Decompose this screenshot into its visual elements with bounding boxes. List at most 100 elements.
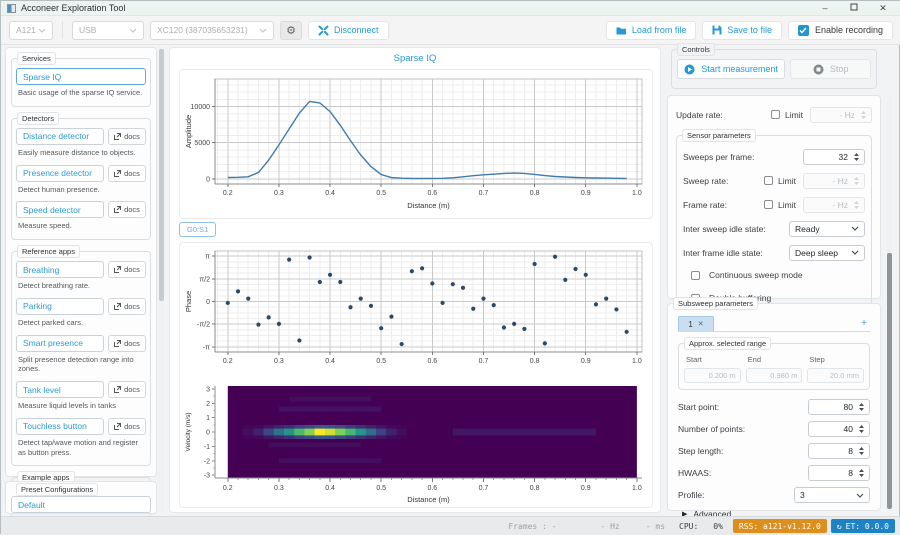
frame-rate-limit-checkbox[interactable]: [764, 200, 774, 209]
inter-sweep-idle-select[interactable]: Ready: [789, 220, 865, 237]
sidebar-item-speed-detector[interactable]: Speed detector: [16, 201, 104, 219]
svg-text:0.9: 0.9: [581, 190, 591, 197]
tank-level-docs-button[interactable]: docs: [108, 381, 146, 398]
svg-text:0: 0: [206, 430, 210, 437]
continuous-sweep-checkbox[interactable]: [691, 270, 700, 280]
start-measurement-button[interactable]: Start measurement: [677, 59, 786, 79]
generation-select[interactable]: A121: [9, 20, 53, 40]
external-link-icon: [114, 132, 122, 140]
step-length-input[interactable]: 8: [808, 443, 870, 459]
et-version-label: ET: 0.0.0: [845, 521, 889, 531]
inter-frame-idle-select[interactable]: Deep sleep: [789, 244, 865, 261]
close-tab-icon[interactable]: ✕: [698, 320, 704, 328]
svg-text:10000: 10000: [191, 104, 211, 111]
sidebar-item-presence-detector[interactable]: Presence detector: [16, 164, 104, 182]
settings-scrollbar[interactable]: [887, 95, 892, 511]
subsweep-tag-button[interactable]: G0:S1: [179, 222, 217, 237]
external-link-icon: [114, 422, 122, 430]
sweep-rate-label: Sweep rate:: [683, 175, 729, 186]
number-of-points-input[interactable]: 40: [808, 421, 870, 437]
update-rate-limit-checkbox[interactable]: [771, 110, 781, 119]
chevron-down-icon: [856, 493, 864, 498]
settings-button[interactable]: ⚙: [280, 20, 302, 40]
smart-presence-docs-button[interactable]: docs: [108, 334, 146, 352]
continuous-sweep-row: Continuous sweep mode: [691, 268, 865, 282]
distance-detector-description: Easily measure distance to objects.: [18, 147, 136, 157]
profile-label: Profile:: [678, 490, 705, 500]
minimize-button[interactable]: –: [819, 3, 831, 13]
gear-icon: ⚙: [286, 24, 296, 37]
speed-detector-docs-button[interactable]: docs: [108, 201, 146, 219]
presence-detector-docs-button[interactable]: docs: [108, 164, 146, 182]
frame-time-indicator: - ms: [645, 521, 666, 531]
save-to-file-button[interactable]: Save to file: [702, 20, 782, 40]
et-version-badge[interactable]: ↻ ET: 0.0.0: [830, 519, 895, 533]
sidebar-item-tank-level[interactable]: Tank level: [16, 381, 104, 398]
session-parameters-card: Update rate: Limit - Hz Sensor parameter…: [667, 95, 881, 316]
sidebar-item-smart-presence[interactable]: Smart presence: [16, 334, 104, 352]
sweep-rate-limit-checkbox[interactable]: [764, 176, 774, 185]
svg-text:0: 0: [206, 299, 210, 306]
sidebar-item-breathing[interactable]: Breathing: [16, 261, 104, 278]
start-point-label: Start point:: [678, 402, 720, 412]
sidebar-item-sparse-iq[interactable]: Sparse IQ: [16, 68, 146, 85]
chevron-down-icon: [38, 28, 46, 33]
svg-text:Distance (m): Distance (m): [407, 495, 450, 504]
sidebar-scrollbar-thumb[interactable]: [159, 49, 164, 301]
preset-configurations-card: Preset Configurations Default: [5, 481, 157, 514]
speed-detector-description: Measure speed.: [18, 221, 72, 231]
amplitude-plot[interactable]: 0.2 0.3 0.4 0.5 0.6 0.7 0.8 0.9 1.0 0 5000 10000 Dis…: [182, 72, 650, 216]
profile-select[interactable]: 3: [794, 487, 870, 503]
profile-value: 3: [800, 490, 805, 500]
update-rate-input[interactable]: - Hz: [810, 106, 872, 123]
phase-plot[interactable]: 0.2 0.3 0.4 0.5 0.6 0.7 0.8 0.9 1.0 π π/2 0 -π/2 -π Ph…: [182, 245, 650, 377]
sidebar-item-parking[interactable]: Parking: [16, 297, 104, 315]
hwaas-label: HWAAS:: [678, 468, 712, 478]
svg-text:0: 0: [206, 176, 210, 183]
touchless-button-docs-button[interactable]: docs: [108, 417, 146, 435]
subsweep-tab-1[interactable]: 1 ✕: [678, 316, 714, 331]
range-end-value: 0.980 m: [745, 368, 803, 383]
start-point-input[interactable]: 80: [808, 399, 870, 415]
hwaas-input[interactable]: 8: [808, 465, 870, 481]
velocity-heatmap[interactable]: 0.2 0.3 0.4 0.5 0.6 0.7 0.8 0.9 1.0 3 2 1 0 -1 -2 -3 Dis…: [182, 382, 650, 508]
inter-frame-idle-label: Inter frame idle state:: [683, 247, 763, 258]
breathing-docs-button[interactable]: docs: [108, 261, 146, 278]
maximize-button[interactable]: [848, 3, 860, 13]
services-group: Services Sparse IQ Basic usage of the sp…: [11, 52, 151, 107]
preset-default-button[interactable]: Default: [11, 496, 151, 513]
sidebar-item-distance-detector[interactable]: Distance detector: [16, 127, 104, 145]
disconnect-button[interactable]: Disconnect: [308, 20, 389, 40]
device-select[interactable]: XC120 (387035653231): [150, 20, 274, 40]
enable-recording-toggle[interactable]: Enable recording: [787, 20, 893, 40]
inter-sweep-idle-label: Inter sweep idle state:: [683, 223, 766, 234]
phase-heatmap-plot-card: 0.2 0.3 0.4 0.5 0.6 0.7 0.8 0.9 1.0 π π/2 0 -π/2 -π Ph…: [179, 242, 653, 508]
smart-presence-description: Split presence detection range into zone…: [18, 354, 134, 374]
save-icon: [712, 25, 722, 35]
distance-detector-docs-button[interactable]: docs: [108, 127, 146, 145]
presence-detector-description: Detect human presence.: [18, 184, 100, 194]
svg-text:0.8: 0.8: [530, 485, 540, 492]
close-button[interactable]: ✕: [877, 3, 889, 14]
settings-scrollbar-thumb[interactable]: [887, 253, 892, 509]
spinner-arrows-icon: [859, 425, 864, 433]
parking-docs-button[interactable]: docs: [108, 297, 146, 315]
frame-rate-input[interactable]: - Hz: [803, 196, 865, 213]
spinner-arrows-icon: [854, 200, 859, 209]
sweeps-per-frame-input[interactable]: 32: [803, 148, 865, 165]
services-group-title: Services: [17, 52, 56, 65]
add-subsweep-button[interactable]: +: [861, 318, 870, 331]
step-length-label: Step length:: [678, 446, 724, 456]
subsweep-parameters-title: Subsweep parameters: [673, 297, 759, 310]
sweep-rate-input[interactable]: - Hz: [803, 172, 865, 189]
stop-button[interactable]: Stop: [790, 59, 871, 79]
sidebar-scrollbar[interactable]: [159, 47, 164, 513]
load-from-file-button[interactable]: Load from file: [605, 20, 697, 40]
continuous-sweep-label: Continuous sweep mode: [709, 270, 803, 280]
range-end-label: End: [747, 355, 762, 364]
generation-value: A121: [16, 25, 36, 35]
interface-select[interactable]: USB: [72, 20, 144, 40]
sidebar-item-touchless-button[interactable]: Touchless button: [16, 417, 104, 435]
sparse-iq-description: Basic usage of the sparse IQ service.: [18, 88, 143, 97]
folder-open-icon: [616, 27, 626, 34]
